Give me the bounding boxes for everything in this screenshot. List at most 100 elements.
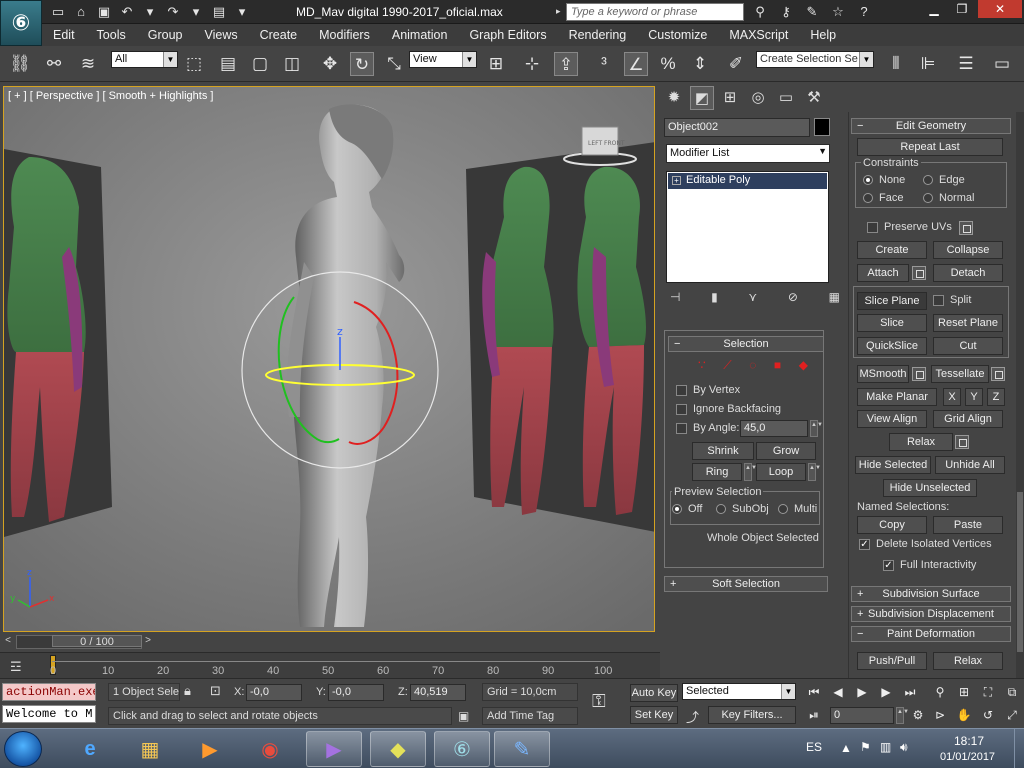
create-tab-icon[interactable]: ✹ [662, 86, 686, 110]
orbit-icon[interactable]: ↺ [978, 706, 998, 724]
track-bar[interactable]: ☲ 0 10 20 30 40 50 60 70 80 90 100 [0, 652, 660, 678]
reference-coordinate-dropdown[interactable]: View ▼ [409, 51, 477, 68]
modifier-list-dropdown[interactable]: Modifier List ▼ [666, 144, 830, 163]
select-manipulate-icon[interactable]: ⊹ [520, 52, 544, 76]
menu-help[interactable]: Help [799, 28, 847, 42]
zoom-extents-all-icon[interactable]: ⧉ [1002, 683, 1022, 701]
loop-button[interactable]: Loop [756, 463, 806, 481]
modifier-stack[interactable]: + Editable Poly [666, 171, 829, 283]
select-by-name-icon[interactable]: ▤ [216, 52, 240, 76]
language-indicator[interactable]: ES [806, 740, 822, 754]
selection-filter-dropdown[interactable]: All ▼ [111, 51, 178, 68]
viewcube-front-face[interactable]: FRONT [604, 140, 625, 147]
planar-x-button[interactable]: X [943, 388, 961, 406]
mini-curve-editor-icon[interactable]: ☲ [10, 659, 22, 675]
field-of-view-icon[interactable]: ⊳ [930, 706, 950, 724]
star-icon[interactable]: ☆ [828, 3, 848, 21]
set-key-button[interactable]: Set Key [630, 706, 678, 724]
preserve-uvs-settings-button[interactable] [959, 221, 973, 235]
slice-plane-button[interactable]: Slice Plane [857, 292, 927, 310]
shrink-button[interactable]: Shrink [692, 442, 754, 460]
delete-isolated-checkbox[interactable]: ✓ Delete Isolated Vertices [859, 538, 992, 550]
show-desktop-button[interactable] [1014, 729, 1024, 768]
expand-icon[interactable]: + [672, 175, 681, 185]
angle-value-input[interactable]: 45,0 [740, 420, 808, 437]
element-level-icon[interactable]: ◆ [799, 358, 808, 374]
project-folder-icon[interactable]: ▤ [209, 3, 229, 21]
modify-tab-icon[interactable]: ◩ [690, 86, 714, 110]
previous-frame-icon[interactable]: ◀︎ [828, 683, 848, 701]
viewcube-left-face[interactable]: LEFT [588, 140, 602, 147]
move-icon[interactable]: ✥ [318, 52, 342, 76]
current-frame-input[interactable]: 0 [830, 707, 894, 724]
attach-button[interactable]: Attach [857, 264, 909, 282]
save-icon[interactable]: ▣ [94, 3, 114, 21]
subdivision-displacement-rollout[interactable]: + Subdivision Displacement [851, 606, 1011, 622]
view-align-button[interactable]: View Align [857, 410, 927, 428]
subscription-key-icon[interactable]: ⚷ [776, 3, 796, 21]
qat-dropdown-icon[interactable]: ▾ [232, 3, 252, 21]
edge-level-icon[interactable]: ⟋ [723, 358, 731, 374]
tessellate-button[interactable]: Tessellate [931, 365, 989, 383]
file-explorer-icon[interactable]: ▦ [122, 731, 178, 767]
grow-button[interactable]: Grow [756, 442, 816, 460]
next-frame-icon[interactable]: ▶︎ [876, 683, 896, 701]
redo-dropdown-icon[interactable]: ▾ [186, 3, 206, 21]
next-frame-arrow[interactable]: > [142, 635, 154, 646]
tessellate-settings-button[interactable] [991, 367, 1005, 381]
collapse-button[interactable]: Collapse [933, 241, 1003, 259]
key-mode-dropdown[interactable]: Selected ▼ [682, 683, 796, 700]
maxscript-listener-output[interactable]: actionMan.exe [2, 683, 96, 701]
display-tab-icon[interactable]: ▭ [774, 86, 798, 110]
lock-selection-icon[interactable]: 🔒︎ [184, 683, 191, 699]
key-mode-toggle-icon[interactable]: ⏯ [804, 706, 824, 724]
visual-studio-icon[interactable]: ▶︎ [306, 731, 362, 767]
show-end-result-icon[interactable]: ▮ [711, 290, 718, 308]
align-icon[interactable]: ⊫ [916, 52, 940, 76]
preview-off-radio[interactable]: Off [672, 503, 702, 515]
perspective-viewport[interactable]: [ + ] [ Perspective ] [ Smooth + Highlig… [3, 86, 655, 632]
menu-views[interactable]: Views [193, 28, 248, 42]
absolute-mode-icon[interactable]: ⊡ [210, 683, 221, 699]
3dsmax-logo-icon[interactable]: ⑥ [0, 0, 42, 46]
search-expand-icon[interactable]: ▸ [556, 6, 561, 17]
y-coordinate-input[interactable]: -0,0 [328, 684, 384, 701]
grid-align-button[interactable]: Grid Align [933, 410, 1003, 428]
rotate-icon[interactable]: ↻ [350, 52, 374, 76]
full-interactivity-checkbox[interactable]: ✓ Full Interactivity [883, 559, 976, 571]
polygon-level-icon[interactable]: ■ [774, 358, 781, 374]
rect-selection-icon[interactable]: ▢ [248, 52, 272, 76]
hide-unselected-button[interactable]: Hide Unselected [883, 479, 977, 497]
time-configuration-icon[interactable]: ⚙ [908, 706, 928, 724]
paint-deformation-rollout[interactable]: − Paint Deformation [851, 626, 1011, 642]
remove-modifier-icon[interactable]: ⊘ [788, 290, 798, 308]
start-button[interactable] [4, 731, 42, 767]
media-player-icon[interactable]: ▶︎ [182, 731, 238, 767]
link-icon[interactable]: ⛓ [8, 52, 32, 76]
detach-button[interactable]: Detach [933, 264, 1003, 282]
graphite-toggle-icon[interactable]: ▭ [990, 52, 1014, 76]
make-unique-icon[interactable]: ⋎ [748, 290, 757, 308]
clock-date[interactable]: 01/01/2017 [940, 751, 995, 763]
unhide-all-button[interactable]: Unhide All [935, 456, 1005, 474]
create-button[interactable]: Create [857, 241, 927, 259]
msmooth-button[interactable]: MSmooth [857, 365, 909, 383]
named-selection-dropdown[interactable]: Create Selection Se ▼ [756, 51, 874, 68]
default-in-out-tangent-icon[interactable]: ⤴ [686, 707, 699, 726]
keyboard-shortcut-icon[interactable]: ⇪ [554, 52, 578, 76]
action-center-flag-icon[interactable]: ⚑ [860, 740, 871, 754]
network-icon[interactable]: ▥ [880, 740, 891, 754]
undo-dropdown-icon[interactable]: ▾ [140, 3, 160, 21]
search-input[interactable]: Type a keyword or phrase [566, 3, 744, 21]
show-hidden-icons-icon[interactable]: ▲ [840, 741, 852, 755]
zoom-icon[interactable]: ⚲ [930, 683, 950, 701]
menu-customize[interactable]: Customize [637, 28, 718, 42]
help-icon[interactable]: ? [854, 3, 874, 21]
internet-explorer-icon[interactable]: e [62, 731, 118, 767]
paint-icon[interactable]: ✎ [494, 731, 550, 767]
loop-spinner[interactable]: ▲▼ [808, 463, 821, 481]
make-planar-button[interactable]: Make Planar [857, 388, 937, 406]
prev-frame-arrow[interactable]: < [2, 635, 14, 646]
auto-key-button[interactable]: Auto Key [630, 684, 678, 702]
edit-geometry-rollout-title[interactable]: − Edit Geometry [851, 118, 1011, 134]
